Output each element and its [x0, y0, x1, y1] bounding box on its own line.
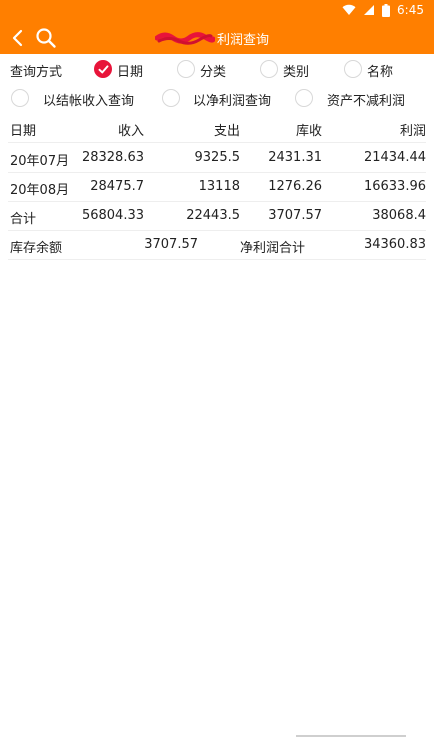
cell-expense: 9325.5	[194, 150, 241, 165]
table-row[interactable]: 20年07月 28328.63 9325.5 2431.31 21434.44	[8, 143, 426, 173]
col-profit: 利润	[399, 124, 426, 139]
cell-profit: 16633.96	[363, 179, 426, 194]
total-profit: 38068.4	[372, 208, 426, 223]
check-icon	[98, 65, 109, 74]
summary-row: 库存余额 3707.57 净利润合计 34360.83	[8, 230, 426, 260]
checkbox-settled-income-label[interactable]: 以结帐收入查询	[43, 90, 134, 109]
net-profit-value: 34360.83	[363, 237, 426, 252]
total-income: 56804.33	[81, 208, 144, 223]
search-button[interactable]	[34, 26, 58, 50]
inventory-label: 库存余额	[10, 241, 63, 256]
status-bar: 6:45	[0, 0, 434, 22]
radio-type[interactable]	[260, 60, 278, 78]
radio-category-label[interactable]: 分类	[200, 61, 226, 80]
back-arrow-icon	[12, 29, 23, 47]
battery-icon	[382, 3, 391, 17]
query-method-row: 查询方式 日期 分类 类别 名称	[0, 58, 434, 82]
total-expense: 22443.5	[186, 208, 240, 223]
checkbox-net-profit[interactable]	[162, 89, 180, 107]
col-income: 收入	[117, 124, 144, 139]
radio-date[interactable]	[94, 60, 112, 78]
cell-date: 20年08月	[10, 183, 70, 198]
app-bar: 6:45 利润查询	[0, 0, 434, 54]
status-time: 6:45	[397, 3, 424, 17]
radio-name-label[interactable]: 名称	[367, 61, 393, 80]
search-icon	[36, 28, 56, 48]
checkbox-assets-no-reduce[interactable]	[295, 89, 313, 107]
page-title: 利润查询	[217, 32, 270, 48]
wifi-icon	[342, 4, 356, 16]
toolbar: 利润查询	[0, 22, 434, 54]
back-button[interactable]	[8, 26, 28, 50]
redacted-mark	[155, 32, 215, 45]
total-row: 合计 56804.33 22443.5 3707.57 38068.4	[8, 201, 426, 231]
home-indicator	[296, 735, 406, 737]
cell-expense: 13118	[198, 179, 240, 194]
table-header: 日期 收入 支出 库收 利润	[8, 113, 426, 143]
net-profit-label: 净利润合计	[240, 241, 306, 256]
cell-income: 28328.63	[81, 150, 144, 165]
checkbox-assets-no-reduce-label[interactable]: 资产不减利润	[327, 90, 405, 109]
cell-date: 20年07月	[10, 154, 70, 169]
col-date: 日期	[10, 124, 37, 139]
radio-name[interactable]	[344, 60, 362, 78]
radio-type-label[interactable]: 类别	[283, 61, 309, 80]
total-label: 合计	[10, 212, 37, 227]
radio-category[interactable]	[177, 60, 195, 78]
total-stock-income: 3707.57	[268, 208, 322, 223]
query-options-row: 以结帐收入查询 以净利润查询 资产不减利润	[0, 87, 434, 111]
cell-stock-income: 2431.31	[268, 150, 322, 165]
inventory-value: 3707.57	[144, 237, 198, 252]
checkbox-net-profit-label[interactable]: 以净利润查询	[193, 90, 271, 109]
cell-stock-income: 1276.26	[268, 179, 322, 194]
title-area: 利润查询	[155, 28, 269, 48]
col-stock-income: 库收	[295, 124, 322, 139]
table-row[interactable]: 20年08月 28475.7 13118 1276.26 16633.96	[8, 172, 426, 202]
radio-date-label[interactable]: 日期	[117, 61, 143, 80]
cell-income: 28475.7	[90, 179, 144, 194]
cell-profit: 21434.44	[363, 150, 426, 165]
query-method-label: 查询方式	[10, 65, 63, 80]
signal-icon	[364, 5, 375, 15]
checkbox-settled-income[interactable]	[11, 89, 29, 107]
col-expense: 支出	[213, 124, 240, 139]
